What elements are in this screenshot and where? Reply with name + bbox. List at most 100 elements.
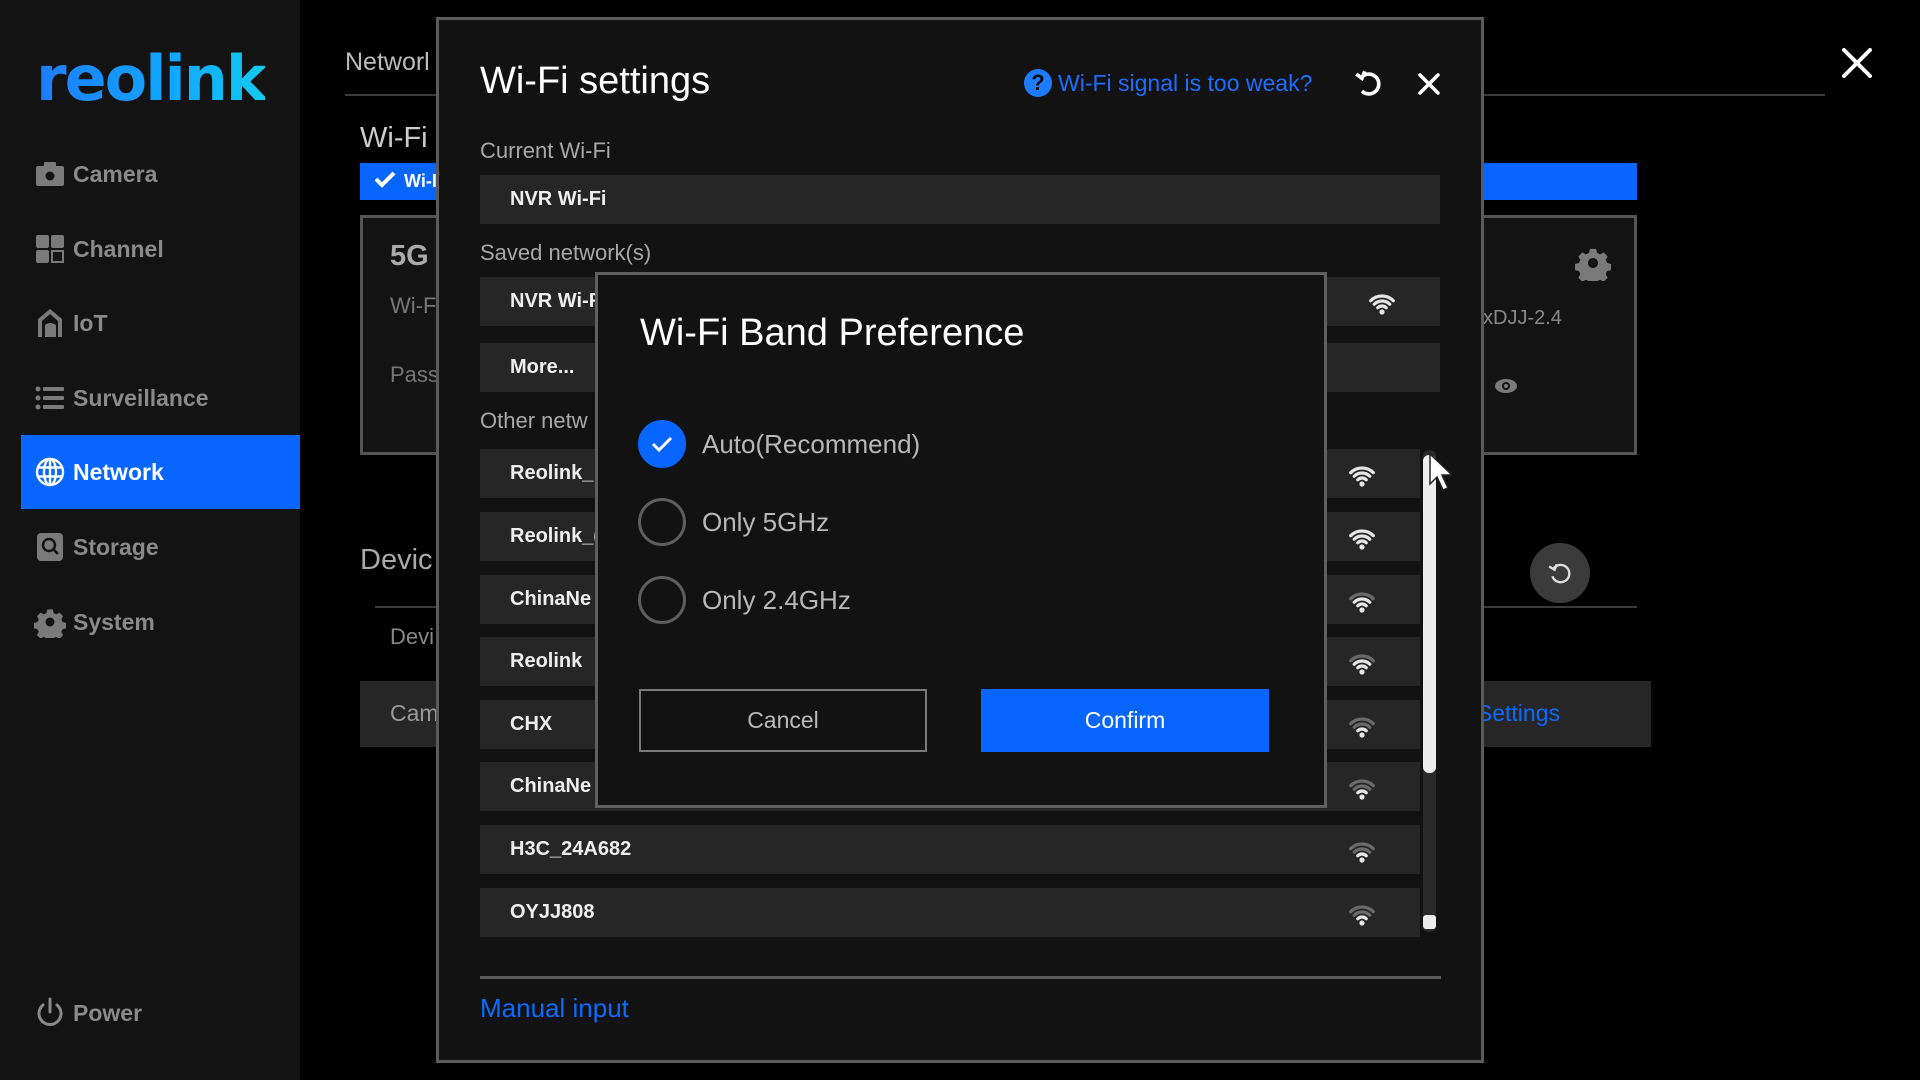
radio-button[interactable]: [638, 576, 686, 624]
show-password-button[interactable]: [1494, 376, 1518, 396]
wifi-signal-icon: [1349, 654, 1375, 675]
band-label: 5G: [390, 240, 429, 272]
device-section-title: Devic: [360, 544, 433, 576]
signal-arc: [1356, 727, 1368, 733]
page-close-button[interactable]: [1836, 42, 1878, 84]
check-icon: [374, 170, 396, 193]
network-name: ChinaNe: [510, 588, 592, 610]
sidebar-item-surveillance[interactable]: Surveillance: [21, 361, 300, 435]
modal-close-button[interactable]: [1412, 67, 1446, 101]
network-name: ChinaNe: [510, 775, 592, 797]
wifi-signal-icon: [1349, 842, 1375, 863]
question-icon: ?: [1024, 69, 1052, 97]
other-networks-label: Other netw: [480, 408, 588, 433]
network-name: Reolink: [510, 650, 583, 672]
power-label: Power: [73, 999, 143, 1026]
signal-dot: [1359, 732, 1365, 738]
sidebar-item-label: Network: [73, 458, 164, 485]
signal-arc: [1352, 534, 1372, 541]
option-2-4ghz[interactable]: Only 2.4GHz: [638, 576, 851, 624]
mouse-pointer-icon: [1428, 452, 1456, 494]
more-label: More...: [510, 356, 575, 378]
cancel-button[interactable]: Cancel: [639, 689, 927, 752]
signal-dot: [1359, 607, 1365, 613]
radio-button[interactable]: [638, 498, 686, 546]
signal-dot: [1359, 920, 1365, 926]
power-button[interactable]: Power: [21, 976, 300, 1050]
signal-dot: [1359, 481, 1365, 487]
weak-signal-help-link[interactable]: ? Wi-Fi signal is too weak?: [1024, 69, 1312, 97]
device-refresh-button[interactable]: [1530, 543, 1590, 603]
signal-dot: [1379, 309, 1385, 315]
password-label: Pass: [390, 362, 439, 387]
ssid-value: xDJJ-2.4: [1483, 307, 1562, 329]
globe-icon: [33, 455, 67, 489]
signal-arc: [1352, 784, 1372, 791]
option-label: Only 5GHz: [702, 506, 830, 537]
help-link-text: Wi-Fi signal is too weak?: [1058, 69, 1313, 96]
refresh-icon: [1548, 563, 1571, 584]
option-auto[interactable]: Auto(Recommend): [638, 420, 920, 468]
signal-arc: [1352, 910, 1372, 917]
modal-footer-divider: [480, 976, 1441, 979]
signal-arc: [1356, 539, 1368, 545]
camera-row-label: Cam: [390, 700, 439, 726]
close-icon: [1842, 48, 1872, 78]
signal-arc: [1356, 789, 1368, 795]
check-icon: [651, 436, 673, 453]
sidebar-item-network[interactable]: Network: [21, 435, 300, 509]
wifi-signal-icon: [1349, 466, 1375, 487]
wifi-toggle-label: Wi-I: [404, 171, 437, 191]
close-icon: [1418, 73, 1440, 95]
network-row[interactable]: H3C_24A682: [480, 825, 1420, 874]
signal-arc: [1372, 299, 1392, 306]
signal-dot: [1359, 669, 1365, 675]
wifi-section-title: Wi-Fi: [360, 122, 428, 154]
sidebar-item-iot[interactable]: IoT: [21, 286, 300, 360]
current-wifi-label: Current Wi-Fi: [480, 138, 611, 163]
power-icon: [33, 996, 67, 1030]
wifi-signal-icon: [1349, 592, 1375, 613]
sidebar-item-label: System: [73, 608, 155, 635]
refresh-icon: [1355, 70, 1381, 96]
sidebar: reolink Camera Channel IoT Surveillance …: [0, 0, 300, 1080]
camera-icon: [33, 157, 67, 191]
manual-input-link[interactable]: Manual input: [480, 993, 629, 1024]
signal-arc: [1356, 915, 1368, 921]
scrollbar-thumb[interactable]: [1423, 455, 1436, 773]
network-name: Reolink_: [510, 462, 594, 484]
signal-dot: [1359, 794, 1365, 800]
signal-arc: [1352, 722, 1372, 729]
refresh-button[interactable]: [1352, 67, 1386, 101]
sidebar-item-label: Camera: [73, 160, 158, 187]
wifi-name-label: Wi-F: [390, 293, 437, 318]
channel-grid-icon: [33, 232, 67, 266]
scrollbar-end-cap: [1423, 915, 1436, 929]
option-label: Auto(Recommend): [702, 428, 921, 459]
sidebar-item-label: Storage: [73, 533, 159, 560]
sidebar-item-camera[interactable]: Camera: [21, 137, 300, 211]
confirm-button[interactable]: Confirm: [981, 689, 1269, 752]
sidebar-item-storage[interactable]: Storage: [21, 510, 300, 584]
device-sub-label: Devi: [390, 624, 435, 649]
signal-arc: [1352, 597, 1372, 604]
card-settings-button[interactable]: [1574, 245, 1612, 286]
signal-arc: [1356, 852, 1368, 858]
storage-icon: [33, 530, 67, 564]
signal-arc: [1356, 664, 1368, 670]
current-wifi-field: NVR Wi-Fi: [480, 175, 1440, 224]
sidebar-item-system[interactable]: System: [21, 585, 300, 659]
network-name: Reolink_(: [510, 525, 601, 547]
signal-dot: [1359, 857, 1365, 863]
signal-arc: [1352, 847, 1372, 854]
option-5ghz[interactable]: Only 5GHz: [638, 498, 829, 546]
radio-button[interactable]: [638, 420, 686, 468]
iot-house-icon: [33, 306, 67, 340]
gear-icon: [33, 605, 67, 639]
eye-icon: [1495, 379, 1517, 393]
sidebar-item-channel[interactable]: Channel: [21, 212, 300, 286]
page-title: Networl: [345, 48, 430, 76]
signal-arc: [1376, 304, 1388, 310]
modal-title: Wi-Fi settings: [480, 60, 711, 102]
network-row[interactable]: OYJJ808: [480, 888, 1420, 937]
